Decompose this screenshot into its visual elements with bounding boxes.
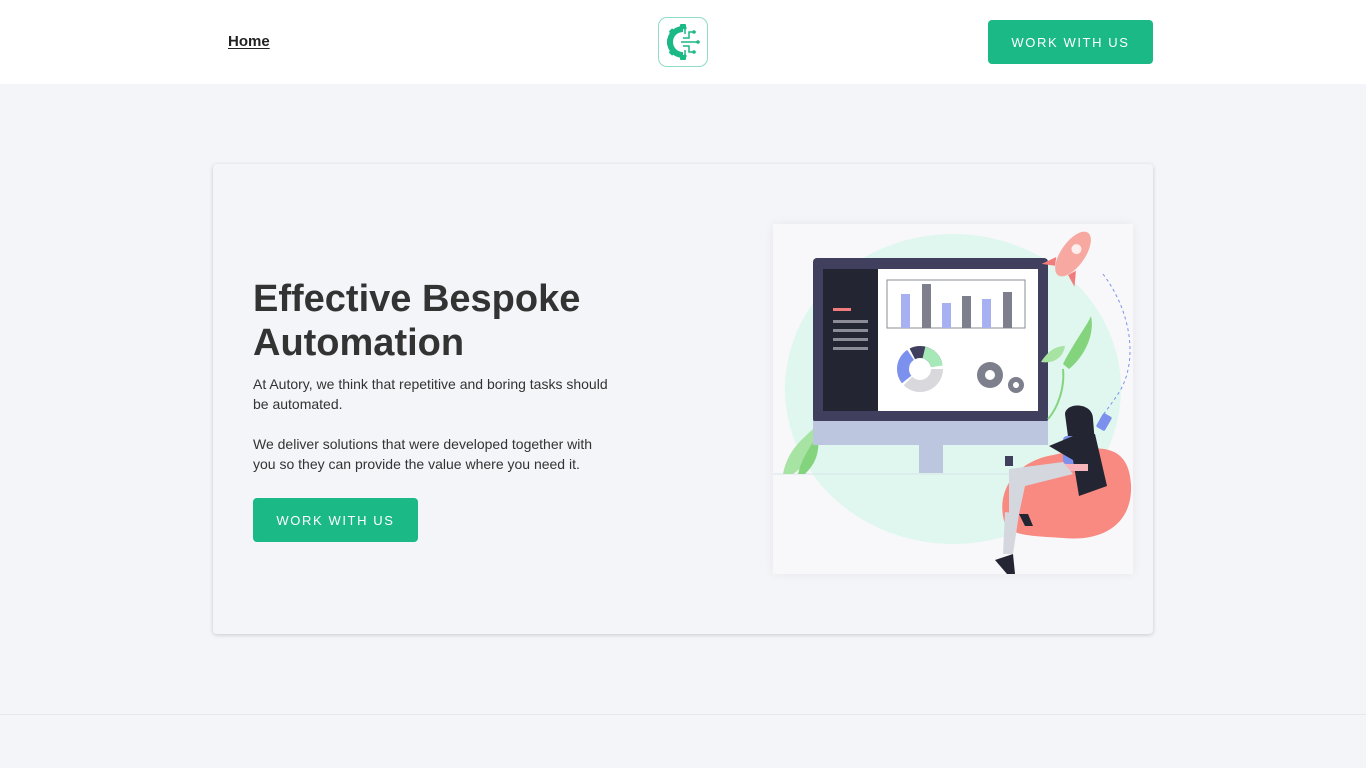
site-header: Home WORK WITH US bbox=[0, 0, 1366, 84]
nav-link-home[interactable]: Home bbox=[228, 33, 270, 50]
footer-divider bbox=[0, 714, 1366, 715]
gear-circuit-logo-icon bbox=[667, 24, 700, 60]
person-with-dashboard-monitor-illustration bbox=[773, 231, 1132, 574]
logo[interactable] bbox=[658, 17, 708, 67]
hero-paragraph-solutions: We deliver solutions that were developed… bbox=[253, 436, 593, 472]
hero-card: Effective Bespoke Automation At Autory, … bbox=[213, 164, 1153, 634]
hero-paragraph-intro: At Autory, we think that repetitive and … bbox=[253, 376, 608, 412]
work-with-us-button[interactable]: Work with us bbox=[988, 20, 1153, 64]
hero-title: Effective Bespoke Automation bbox=[253, 278, 581, 364]
hero-work-with-us-button[interactable]: Work with us bbox=[253, 498, 418, 542]
hero-illustration bbox=[773, 224, 1133, 574]
